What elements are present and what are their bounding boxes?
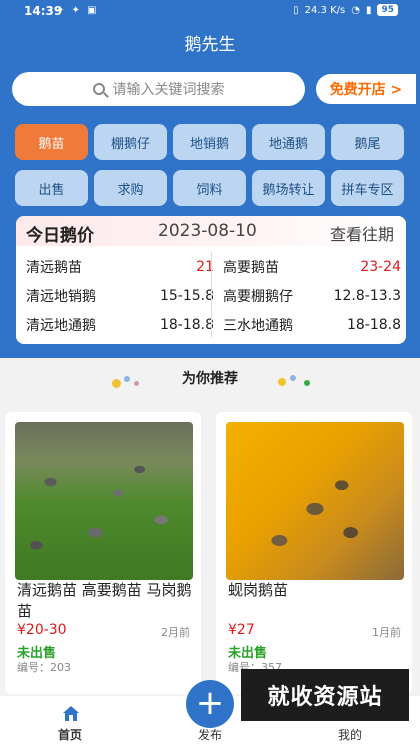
category-carpool[interactable]: 拼车专区 [331, 170, 404, 206]
price-item-name: 清远鹅苗 [26, 259, 82, 276]
category-miao[interactable]: 鹅苗 [15, 124, 88, 160]
page-title: 鹅先生 [184, 35, 236, 55]
category-ewei[interactable]: 鹅尾 [331, 124, 404, 160]
category-buy[interactable]: 求购 [94, 170, 167, 206]
listing-photo [15, 422, 193, 580]
price-item-name: 高要鹅苗 [223, 259, 279, 276]
price-row: 清远地销鹅 15-15.8 [26, 281, 214, 310]
category-sell[interactable]: 出售 [15, 170, 88, 206]
price-item-value: 18-18.8 [159, 316, 214, 333]
category-pengezai[interactable]: 棚鹅仔 [94, 124, 167, 160]
watermark-overlay: 就收资源站 [241, 669, 409, 721]
price-item-name: 三水地通鹅 [223, 317, 293, 334]
price-row: 清远鹅苗 21 [26, 252, 214, 281]
price-divider [211, 252, 212, 338]
vibrate-icon: ▯ [293, 4, 299, 16]
tab-home-label: 首页 [57, 728, 82, 742]
home-icon [63, 706, 79, 721]
price-item-value: 23-24 [360, 258, 401, 275]
listing-time: 1月前 [372, 626, 401, 639]
search-input[interactable]: 请输入关键词搜索 [12, 72, 305, 106]
price-card: 今日鹅价 2023-08-10 查看往期 清远鹅苗 21 清远地销鹅 15-15… [16, 216, 406, 344]
status-bar: 14:39 ✦ ✦ ▣ ▯ 24.3 K/s ◔ ▮ 95 [0, 0, 420, 24]
status-right: ▯ 24.3 K/s ◔ ▮ 95 [293, 4, 398, 16]
price-item-value: 15-15.8 [159, 287, 214, 304]
price-header: 今日鹅价 2023-08-10 查看往期 [16, 216, 406, 246]
price-column-right: 高要鹅苗 23-24 高要棚鹅仔 12.8-13.3 三水地通鹅 18-18.8 [223, 252, 401, 339]
search-icon [92, 83, 105, 95]
listing-photo [226, 422, 404, 580]
tab-publish-label: 发布 [197, 728, 222, 742]
price-item-name: 清远地通鹅 [26, 317, 96, 334]
notification-icons: ✦ ✦ ▣ [56, 5, 99, 16]
battery-icon: 95 [377, 4, 398, 16]
price-row: 清远地通鹅 18-18.8 [26, 310, 214, 339]
price-row: 高要棚鹅仔 12.8-13.3 [223, 281, 401, 310]
price-date: 2023-08-10 [158, 221, 257, 241]
price-column-left: 清远鹅苗 21 清远地销鹅 15-15.8 清远地通鹅 18-18.8 [26, 252, 214, 339]
price-title: 今日鹅价 [26, 226, 94, 246]
category-dixiao[interactable]: 地销鹅 [173, 124, 246, 160]
listing-time: 2月前 [161, 626, 190, 639]
recommend-title: 为你推荐 [182, 371, 238, 387]
price-item-value: 18-18.8 [346, 316, 401, 333]
listing-price: ¥20-30 [17, 622, 67, 638]
listing-card[interactable]: 清远鹅苗 高要鹅苗 马岗鹅苗 ¥20-30 2月前 未出售 编号：203 [5, 412, 201, 694]
price-row: 高要鹅苗 23-24 [223, 252, 401, 281]
price-row: 三水地通鹅 18-18.8 [223, 310, 401, 339]
open-shop-button[interactable]: 免费开店 > [316, 74, 416, 104]
tab-mine-label: 我的 [337, 728, 362, 742]
listing-serial: 编号：203 [17, 661, 71, 674]
listing-title: 清远鹅苗 高要鹅苗 马岗鹅苗 [17, 581, 192, 620]
price-item-name: 高要棚鹅仔 [223, 288, 293, 305]
decor-dots-right [276, 375, 316, 389]
category-ditong[interactable]: 地通鹅 [252, 124, 325, 160]
net-speed: 24.3 K/s [304, 4, 346, 16]
price-item-name: 清远地销鹅 [26, 288, 96, 305]
tab-home[interactable]: 首页 [20, 696, 120, 746]
listing-price: ¥27 [228, 622, 255, 638]
category-farm-transfer[interactable]: 鹅场转让 [252, 170, 325, 206]
listing-card[interactable]: 蚬岗鹅苗 ¥27 1月前 未出售 编号：357 [216, 412, 412, 694]
wifi-icon: ◔ [351, 4, 360, 16]
category-feed[interactable]: 饲料 [173, 170, 246, 206]
price-item-value: 12.8-13.3 [333, 287, 401, 304]
listing-title: 蚬岗鹅苗 [228, 581, 289, 599]
signal-icon: ▮ [365, 4, 372, 16]
category-grid: 鹅苗 棚鹅仔 地销鹅 地通鹅 鹅尾 出售 求购 饲料 鹅场转让 拼车专区 [15, 124, 407, 206]
search-placeholder: 请输入关键词搜索 [112, 82, 225, 98]
view-history-link[interactable]: 查看往期 [330, 221, 394, 245]
publish-plus-button[interactable]: + [186, 680, 234, 728]
